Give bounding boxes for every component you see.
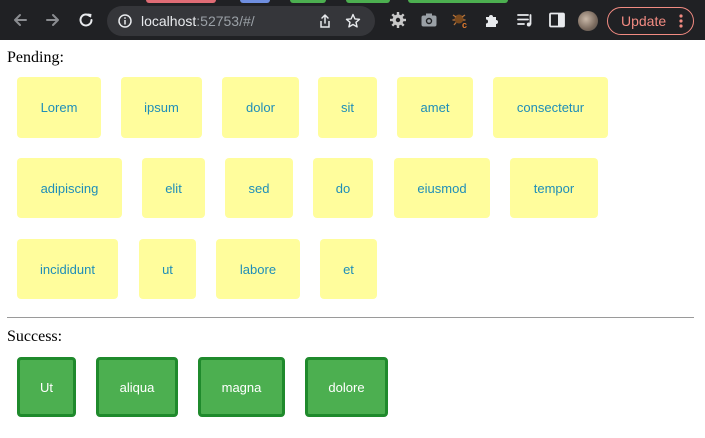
kebab-menu-icon (679, 14, 683, 28)
share-icon[interactable] (317, 13, 333, 29)
reading-list-icon[interactable] (516, 11, 534, 29)
success-card[interactable]: aliqua (96, 357, 178, 417)
pending-card[interactable]: labore (216, 239, 300, 299)
bookmark-star-icon[interactable] (345, 13, 361, 29)
pending-card[interactable]: dolor (222, 77, 299, 138)
pending-card[interactable]: elit (142, 158, 205, 218)
pending-card[interactable]: tempor (510, 158, 598, 218)
svg-text:c: c (462, 20, 467, 29)
url-path: :52753/#/ (196, 13, 255, 29)
forward-button[interactable] (42, 9, 64, 31)
puzzle-extensions-icon[interactable] (483, 11, 501, 29)
page-content: Pending: Lorem ipsum dolor sit amet cons… (0, 40, 705, 438)
pending-card[interactable]: Lorem (17, 77, 101, 138)
info-icon[interactable] (118, 14, 132, 28)
pending-card[interactable]: consectetur (493, 77, 608, 138)
back-arrow-icon (14, 14, 27, 26)
side-panel-icon[interactable] (548, 11, 566, 29)
pending-card[interactable]: do (313, 158, 373, 218)
tab-strip-hint (290, 0, 326, 3)
section-divider (7, 317, 694, 318)
tab-strip-hint (146, 0, 216, 3)
tab-strip-hint (408, 0, 508, 3)
forward-arrow-icon (46, 14, 59, 26)
reload-icon (79, 13, 93, 27)
browser-toolbar: localhost:52753/#/ c Update (0, 0, 705, 40)
update-button[interactable]: Update (607, 7, 694, 35)
pending-card[interactable]: sit (318, 77, 377, 138)
pending-card[interactable]: ut (139, 239, 196, 299)
pending-heading: Pending: (7, 49, 64, 66)
tab-strip-hint (240, 0, 270, 3)
back-button[interactable] (9, 9, 31, 31)
success-card[interactable]: dolore (305, 357, 388, 417)
success-heading: Success: (7, 328, 63, 345)
pending-card[interactable]: incididunt (17, 239, 118, 299)
profile-avatar[interactable] (578, 11, 598, 31)
reload-button[interactable] (75, 9, 97, 31)
address-bar[interactable]: localhost:52753/#/ (107, 6, 375, 36)
pending-card[interactable]: ipsum (121, 77, 202, 138)
url-host: localhost (141, 13, 197, 29)
camera-extension-icon[interactable] (420, 11, 438, 29)
bug-extension-icon[interactable]: c (451, 11, 469, 29)
url-text[interactable]: localhost:52753/#/ (141, 13, 255, 29)
pending-card[interactable]: adipiscing (17, 158, 122, 218)
update-button-label: Update (621, 13, 667, 29)
success-card[interactable]: Ut (17, 357, 76, 417)
success-card[interactable]: magna (198, 357, 285, 417)
pending-card[interactable]: amet (397, 77, 473, 138)
gear-extension-icon[interactable] (389, 11, 407, 29)
pending-card[interactable]: et (320, 239, 377, 299)
pending-card[interactable]: sed (225, 158, 293, 218)
pending-card[interactable]: eiusmod (394, 158, 490, 218)
tab-strip-hint (346, 0, 390, 3)
